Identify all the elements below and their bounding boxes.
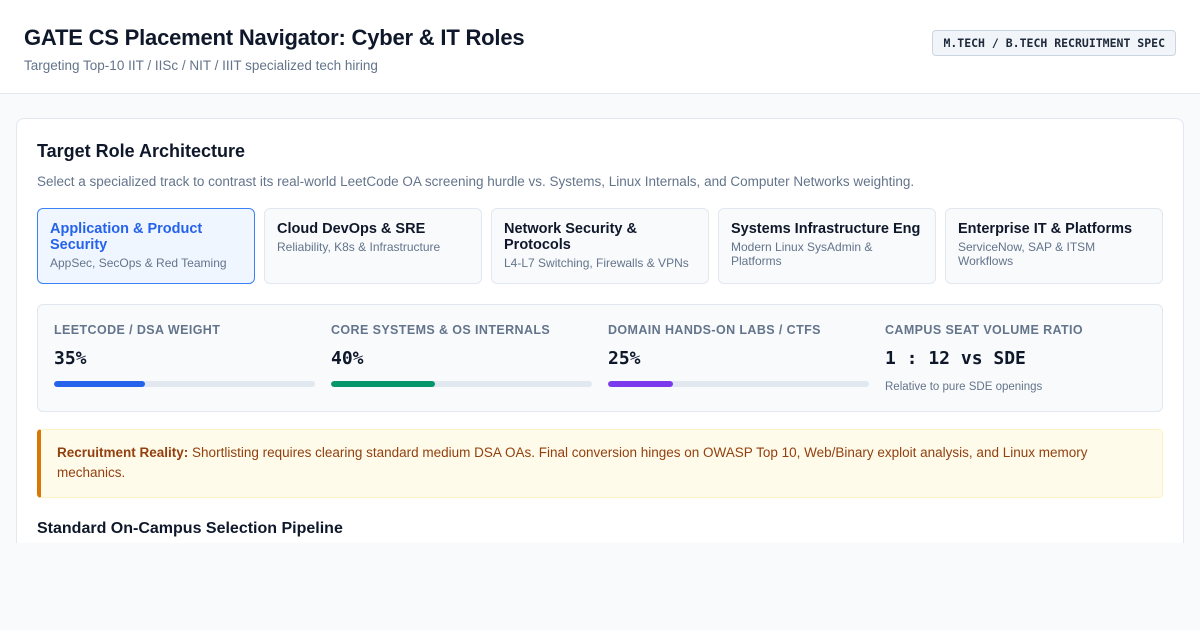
alert-heading: Recruitment Reality:: [57, 445, 189, 460]
header-text: GATE CS Placement Navigator: Cyber & IT …: [24, 21, 525, 73]
progress-bar-track: [54, 381, 315, 387]
metric-value: 1 : 12 vs SDE: [885, 348, 1026, 369]
section-description: Select a specialized track to contrast i…: [37, 174, 915, 189]
track-title: Enterprise IT & Platforms: [958, 221, 1133, 237]
metric-value: 35%: [54, 348, 87, 369]
metric-note: Relative to pure SDE openings: [885, 381, 1043, 393]
metric-label: Core Systems & OS Internals: [331, 323, 551, 337]
track-selector: Application & Product Security AppSec, S…: [37, 208, 1163, 284]
role-architecture-card: Target Role Architecture Select a specia…: [16, 118, 1184, 543]
progress-bar-fill: [608, 381, 674, 387]
track-subtitle: ServiceNow, SAP & ITSM Workflows: [958, 240, 1096, 268]
track-systems-infrastructure-eng[interactable]: Systems Infrastructure Eng Modern Linux …: [718, 208, 936, 284]
metric-label: Campus Seat Volume Ratio: [885, 323, 1084, 337]
recruitment-reality-alert: Recruitment Reality: Shortlisting requir…: [37, 429, 1163, 498]
recruitment-spec-badge: M.TECH / B.TECH RECRUITMENT SPEC: [932, 30, 1176, 56]
alert-text: Shortlisting requires clearing standard …: [57, 445, 1088, 480]
metric-label: Domain Hands-On Labs / CTFs: [608, 323, 821, 337]
pipeline-title: Standard On-Campus Selection Pipeline: [37, 520, 343, 537]
page-header: GATE CS Placement Navigator: Cyber & IT …: [0, 0, 1200, 94]
track-subtitle: Reliability, K8s & Infrastructure: [277, 240, 441, 254]
track-application-product-security[interactable]: Application & Product Security AppSec, S…: [37, 208, 255, 284]
metric-value: 25%: [608, 348, 641, 369]
track-title: Systems Infrastructure Eng: [731, 221, 921, 237]
progress-bar-fill: [331, 381, 436, 387]
track-enterprise-it-platforms[interactable]: Enterprise IT & Platforms ServiceNow, SA…: [945, 208, 1163, 284]
track-title: Network Security & Protocols: [504, 221, 637, 253]
track-network-security-protocols[interactable]: Network Security & Protocols L4-L7 Switc…: [491, 208, 709, 284]
track-subtitle: AppSec, SecOps & Red Teaming: [50, 256, 227, 270]
page-title: GATE CS Placement Navigator: Cyber & IT …: [24, 24, 525, 50]
section-title: Target Role Architecture: [37, 141, 246, 161]
track-subtitle: L4-L7 Switching, Firewalls & VPNs: [504, 256, 689, 270]
progress-bar-track: [608, 381, 869, 387]
page-subtitle: Targeting Top-10 IIT / IISc / NIT / IIIT…: [24, 57, 378, 73]
metric-leetcode-dsa-weight: LeetCode / DSA Weight 35%: [54, 323, 315, 393]
metrics-panel: LeetCode / DSA Weight 35% Core Systems &…: [37, 304, 1163, 412]
progress-bar-fill: [54, 381, 146, 387]
metric-campus-seat-volume-ratio: Campus Seat Volume Ratio 1 : 12 vs SDE R…: [885, 323, 1146, 393]
metric-core-systems-os-internals: Core Systems & OS Internals 40%: [331, 323, 592, 393]
track-subtitle: Modern Linux SysAdmin & Platforms: [731, 240, 873, 268]
metric-label: LeetCode / DSA Weight: [54, 323, 221, 337]
track-title: Application & Product Security: [50, 221, 203, 253]
progress-bar-track: [331, 381, 592, 387]
metric-domain-hands-on-labs: Domain Hands-On Labs / CTFs 25%: [608, 323, 869, 393]
metric-value: 40%: [331, 348, 364, 369]
track-title: Cloud DevOps & SRE: [277, 221, 426, 237]
track-cloud-devops-sre[interactable]: Cloud DevOps & SRE Reliability, K8s & In…: [264, 208, 482, 284]
